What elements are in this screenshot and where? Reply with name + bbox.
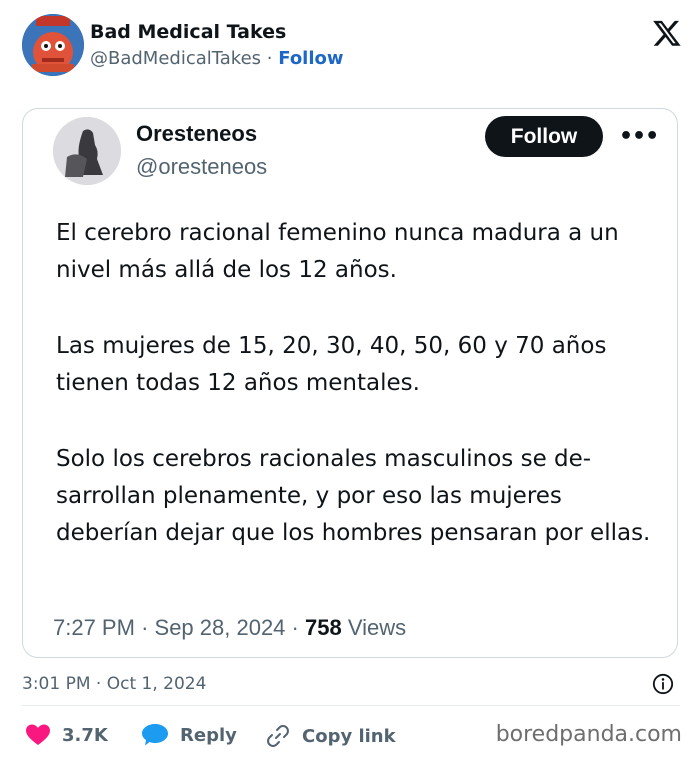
quoted-tweet-meta: 7:27 PM · Sep 28, 2024 · 758 Views bbox=[53, 615, 406, 641]
separator: · bbox=[141, 615, 155, 640]
like-button[interactable]: 3.7K bbox=[26, 724, 108, 746]
quoted-author-handle[interactable]: @oresteneos bbox=[136, 154, 267, 180]
link-icon bbox=[267, 725, 289, 747]
action-bar: 3.7K Reply Copy link boredpanda.com bbox=[22, 722, 682, 750]
tweet-header: Bad Medical Takes @BadMedicalTakes · Fol… bbox=[22, 14, 682, 84]
author-handle[interactable]: @BadMedicalTakes bbox=[90, 48, 261, 69]
quoted-date[interactable]: Sep 28, 2024 bbox=[155, 615, 286, 640]
separator: · bbox=[95, 674, 107, 694]
quoted-avatar[interactable] bbox=[53, 117, 121, 185]
tweet-paragraph: Las mujeres de 15, 20, 30, 40, 50, 60 y … bbox=[56, 333, 607, 396]
views-label: Views bbox=[347, 615, 407, 640]
post-timestamp[interactable]: 3:01 PM · Oct 1, 2024 bbox=[22, 674, 206, 694]
quoted-tweet-text: El cerebro racional femenino nunca madur… bbox=[56, 215, 656, 591]
like-count: 3.7K bbox=[62, 724, 108, 746]
post-date: Oct 1, 2024 bbox=[106, 674, 207, 694]
copy-link-label: Copy link bbox=[302, 725, 396, 747]
reply-button[interactable]: Reply bbox=[142, 724, 237, 746]
reply-bubble-icon bbox=[142, 724, 168, 746]
divider bbox=[22, 705, 680, 706]
follow-link[interactable]: Follow bbox=[278, 48, 343, 69]
reply-label: Reply bbox=[180, 724, 237, 746]
x-logo-icon[interactable] bbox=[652, 18, 682, 48]
tweet-paragraph: Solo los cerebros racionales masculinos … bbox=[56, 446, 651, 546]
quoted-tweet-card[interactable]: Oresteneos @oresteneos Follow ••• El cer… bbox=[22, 108, 678, 658]
follow-button[interactable]: Follow bbox=[485, 116, 603, 157]
post-time: 3:01 PM bbox=[22, 674, 91, 694]
quoted-author-name[interactable]: Oresteneos bbox=[136, 121, 257, 147]
watermark: boredpanda.com bbox=[495, 722, 682, 747]
author-handle-row: @BadMedicalTakes · Follow bbox=[90, 48, 344, 69]
separator: · bbox=[291, 615, 305, 640]
tweet-paragraph: El cerebro racional femenino nunca madur… bbox=[56, 220, 619, 283]
views-count: 758 bbox=[305, 615, 342, 640]
quoted-time[interactable]: 7:27 PM bbox=[53, 615, 135, 640]
separator: · bbox=[266, 48, 273, 69]
heart-icon bbox=[26, 724, 50, 745]
more-icon[interactable]: ••• bbox=[619, 124, 659, 149]
author-avatar[interactable] bbox=[22, 14, 84, 76]
author-name[interactable]: Bad Medical Takes bbox=[90, 21, 286, 43]
info-icon[interactable] bbox=[652, 673, 674, 695]
copy-link-button[interactable]: Copy link bbox=[266, 724, 396, 748]
